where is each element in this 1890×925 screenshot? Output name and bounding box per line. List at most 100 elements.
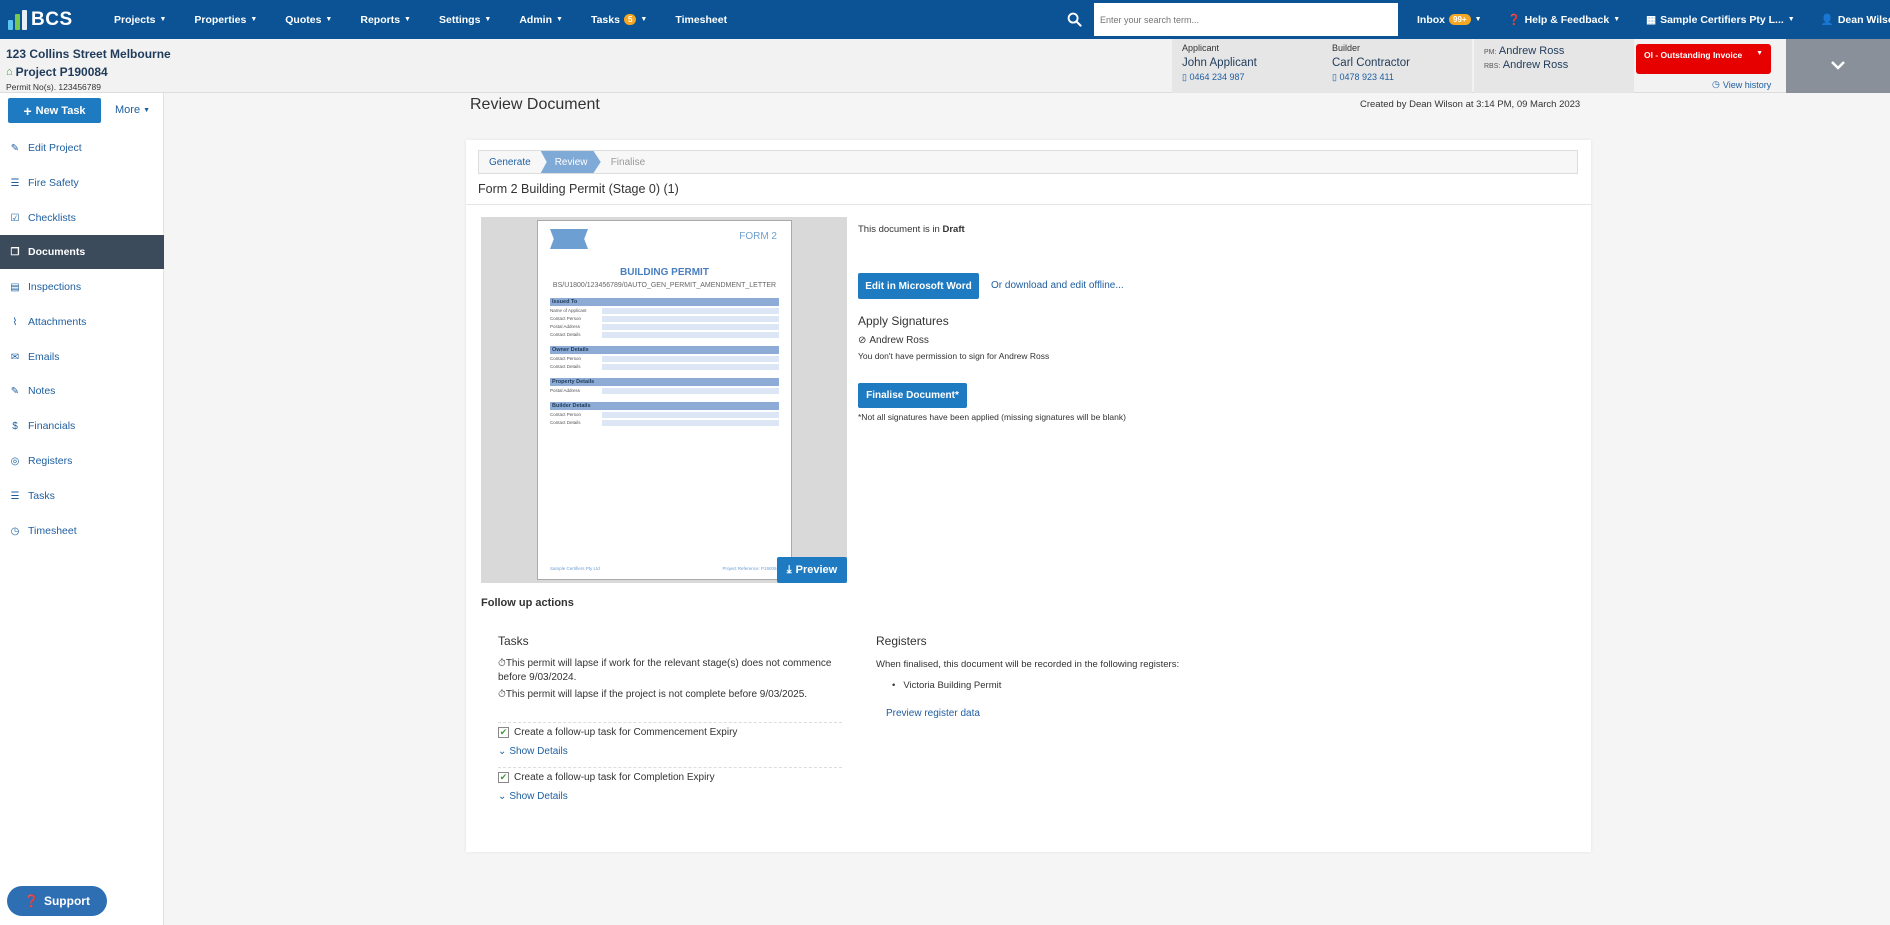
inbox-count-badge: 99+	[1449, 14, 1471, 25]
doc-section: Builder Details	[550, 402, 779, 410]
preview-button[interactable]: ⤓ Preview	[777, 557, 847, 583]
edit-in-word-button[interactable]: Edit in Microsoft Word	[858, 273, 979, 299]
doc-title: BUILDING PERMIT	[620, 267, 709, 278]
doc-row: Contact Person	[550, 356, 779, 362]
sidebar-item-inspections[interactable]: ▤ Inspections	[0, 270, 164, 304]
doc-section: Owner Details	[550, 346, 779, 354]
doc-section: Property Details	[550, 378, 779, 386]
finalise-document-button[interactable]: Finalise Document*	[858, 383, 967, 408]
nav-settings[interactable]: Settings ▼	[425, 14, 505, 26]
target-icon: ◎	[10, 455, 20, 467]
sidebar-item-label: Notes	[28, 385, 56, 397]
download-offline-link[interactable]: Or download and edit offline...	[991, 280, 1124, 291]
pm-prefix: PM:	[1484, 49, 1497, 56]
doc-row: Contact Person	[550, 412, 779, 418]
commencement-checkbox[interactable]: ✔ Create a follow-up task for Commencemen…	[498, 727, 737, 738]
more-label: More	[115, 104, 141, 116]
registers-description: When finalised, this document will be re…	[876, 659, 1180, 670]
nav-reports[interactable]: Reports ▼	[346, 14, 425, 26]
signer-name: Andrew Ross	[869, 335, 929, 346]
new-task-button[interactable]: + New Task	[8, 98, 101, 123]
caret-down-icon: ▼	[1756, 50, 1763, 57]
ribbon-logo-icon	[550, 229, 588, 249]
status-label: OI - Outstanding Invoice	[1644, 50, 1743, 60]
status-dropdown[interactable]: OI - Outstanding Invoice ▼	[1636, 44, 1771, 74]
builder-phone[interactable]: ▯ 0478 923 411	[1332, 72, 1462, 83]
search-input[interactable]	[1094, 3, 1398, 36]
nav-inbox[interactable]: Inbox 99+ ▼	[1404, 14, 1495, 26]
download-icon: ⤓	[786, 563, 792, 576]
sidebar-item-attachments[interactable]: ⌇ Attachments	[0, 305, 164, 339]
caret-down-icon: ▼	[159, 16, 167, 23]
project-header: 123 Collins Street Melbourne ⌂ Project P1…	[0, 39, 1890, 93]
rbs-line[interactable]: RBS: Andrew Ross	[1484, 59, 1634, 71]
preview-register-link[interactable]: Preview register data	[886, 708, 980, 719]
nav-quotes[interactable]: Quotes ▼	[271, 14, 346, 26]
applicant-phone-text: 0464 234 987	[1189, 72, 1245, 82]
nav-label: Settings	[438, 13, 481, 26]
nav-company[interactable]: ▦ Sample Certifiers Pty L... ▼	[1633, 14, 1808, 26]
sidebar-item-label: Financials	[28, 420, 76, 432]
sidebar-item-registers[interactable]: ◎ Registers	[0, 444, 164, 478]
builder-name[interactable]: Carl Contractor	[1332, 57, 1462, 69]
nav-help[interactable]: ❓ Help & Feedback ▼	[1495, 13, 1634, 27]
nav-tasks[interactable]: Tasks 5 ▼	[577, 14, 661, 26]
chevron-down-icon	[1831, 61, 1845, 70]
step-review[interactable]: Review	[540, 151, 601, 173]
view-history-text: View history	[1722, 79, 1772, 90]
doc-footer-right: Project Reference: P190084	[722, 566, 779, 571]
checkbox-label: Create a follow-up task for Completion E…	[514, 772, 715, 783]
doc-field-value	[602, 388, 779, 394]
document-thumbnail[interactable]: FORM 2 BUILDING PERMIT BS/U1800/12345678…	[537, 220, 792, 580]
nav-projects[interactable]: Projects ▼	[100, 14, 180, 26]
show-details-toggle[interactable]: ⌄ Show Details	[498, 746, 568, 757]
step-generate[interactable]: Generate	[479, 151, 541, 173]
applicant-name[interactable]: John Applicant	[1182, 57, 1312, 69]
sidebar-item-label: Documents	[28, 246, 86, 258]
pm-line[interactable]: PM: Andrew Ross	[1484, 45, 1634, 57]
nav-user[interactable]: 👤Dean Wilson▼	[1808, 13, 1890, 27]
nav-properties[interactable]: Properties ▼	[180, 14, 271, 26]
sidebar-item-timesheet[interactable]: ◷ Timesheet	[0, 514, 164, 548]
document-status: This document is in Draft	[858, 224, 965, 235]
nav-admin[interactable]: Admin ▼	[505, 14, 577, 26]
nav-label: Tasks	[590, 13, 620, 26]
search-button[interactable]	[1054, 0, 1094, 39]
doc-footer-left: Sample Certifiers Pty Ltd	[550, 566, 600, 571]
builder-box: Builder Carl Contractor ▯ 0478 923 411	[1322, 39, 1472, 93]
task-note: ⏱This permit will lapse if the project i…	[498, 688, 838, 702]
right-nav: Inbox 99+ ▼ ❓ Help & Feedback ▼ ▦ Sample Cert…	[1404, 0, 1890, 39]
register-item-text: Victoria Building Permit	[903, 680, 1002, 691]
project-number[interactable]: ⌂ Project P190084	[6, 65, 108, 79]
support-button[interactable]: ❓ Support	[7, 886, 107, 916]
sidebar-item-checklists[interactable]: ☑ Checklists	[0, 201, 164, 235]
brand-logo[interactable]: BCS	[0, 0, 100, 39]
chevron-down-icon: ⌄	[498, 746, 507, 757]
sidebar-item-notes[interactable]: ✎ Notes	[0, 374, 164, 408]
sidebar-item-fire-safety[interactable]: ☰ Fire Safety	[0, 166, 164, 200]
home-icon: ⌂	[6, 66, 13, 78]
sidebar-item-edit-project[interactable]: ✎ Edit Project	[0, 131, 164, 165]
sidebar-item-financials[interactable]: $ Financials	[0, 409, 164, 443]
doc-row: Contact Details	[550, 420, 779, 426]
applicant-phone[interactable]: ▯ 0464 234 987	[1182, 72, 1312, 83]
caret-down-icon: ▼	[640, 16, 648, 23]
view-history-link[interactable]: ◷ View history	[1712, 79, 1771, 90]
sidebar-item-tasks[interactable]: ☰ Tasks	[0, 479, 164, 513]
task-note-text: This permit will lapse if the project is…	[505, 689, 808, 700]
user-icon: 👤	[1820, 14, 1834, 26]
dollar-icon: $	[12, 420, 18, 432]
status-value: Draft	[942, 224, 965, 235]
nav-timesheet[interactable]: Timesheet	[661, 14, 741, 26]
collapse-header-button[interactable]	[1786, 39, 1890, 93]
sidebar-item-emails[interactable]: ✉ Emails	[0, 340, 164, 374]
question-icon: ❓	[24, 894, 39, 908]
show-details-toggle[interactable]: ⌄ Show Details	[498, 791, 568, 802]
top-navbar: BCS Projects ▼ Properties ▼ Quotes ▼ Report…	[0, 0, 1890, 39]
doc-field-label: Contact Person	[550, 356, 582, 361]
wizard-steps: Generate Review Finalise	[478, 150, 1578, 174]
completion-checkbox[interactable]: ✔ Create a follow-up task for Completion …	[498, 772, 715, 783]
sidebar-item-documents[interactable]: ❐ Documents	[0, 235, 164, 269]
more-dropdown[interactable]: More ▼	[115, 104, 150, 116]
phone-icon: ▯	[1332, 72, 1337, 82]
